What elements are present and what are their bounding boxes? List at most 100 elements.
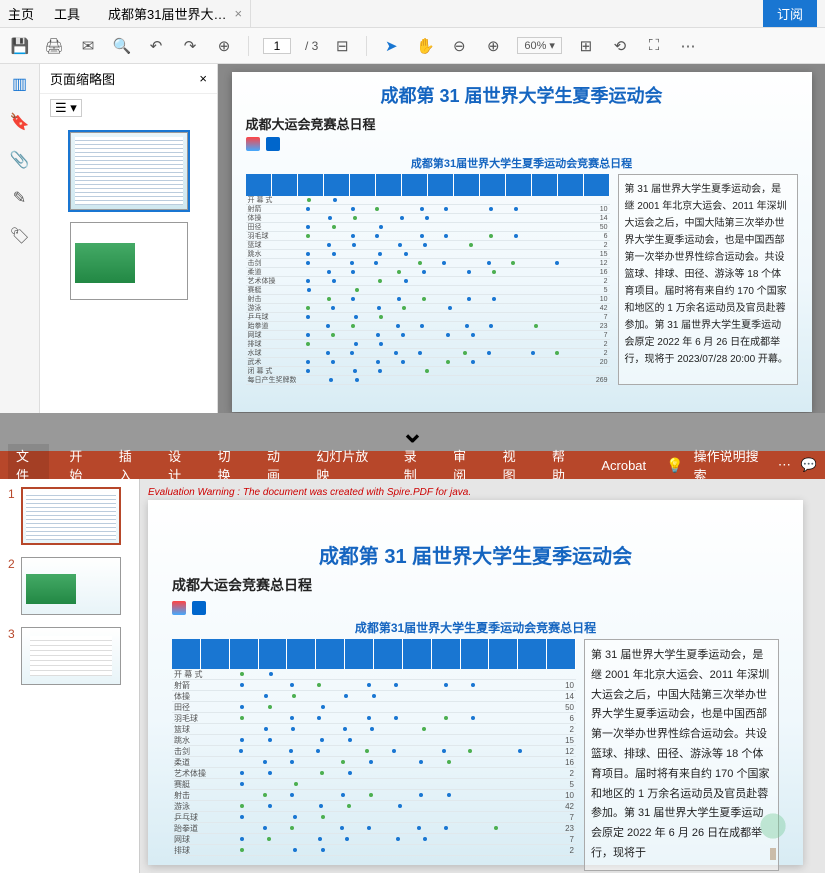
slide-number: 2 <box>8 557 15 615</box>
close-panel-icon[interactable]: × <box>199 71 207 86</box>
download-icon[interactable]: ⊕ <box>214 36 234 56</box>
table-row: 篮球2 <box>172 724 576 735</box>
attachment-icon[interactable]: 📎 <box>10 150 30 170</box>
slide-schedule-table: 开 幕 式射箭10体操14田径50羽毛球6篮球2跳水15击剑12柔道16艺术体操… <box>172 639 576 871</box>
bulb-icon: 💡 <box>666 457 683 474</box>
table-row: 射击10 <box>172 790 576 801</box>
table-row: 击剑12 <box>246 259 610 268</box>
table-row: 羽毛球6 <box>246 232 610 241</box>
pdf-body: ▥ 🔖 📎 ✎ 🏷 页面缩略图 × ☰ ▾ 成都第 31 届世界大学生夏季运动会… <box>0 64 825 413</box>
pdf-menubar: 主页 工具 成都第31届世界大… × 订阅 <box>0 0 825 28</box>
evaluation-warning: Evaluation Warning : The document was cr… <box>148 487 817 498</box>
ppt-slide-area[interactable]: Evaluation Warning : The document was cr… <box>140 479 825 873</box>
print-icon[interactable]: 🖨 <box>44 36 64 56</box>
table-row: 游泳42 <box>172 801 576 812</box>
document-subtitle: 成都大运会竞赛总日程 <box>246 114 798 133</box>
table-row: 武术20 <box>246 358 610 367</box>
logos <box>246 137 798 151</box>
table-row: 田径50 <box>246 223 610 232</box>
table-row: 羽毛球6 <box>172 713 576 724</box>
zoom-in-icon[interactable]: ⊕ <box>483 36 503 56</box>
tag-icon[interactable]: 🏷 <box>10 226 30 246</box>
table-row: 射箭10 <box>246 205 610 214</box>
thumbnails-list <box>40 122 217 310</box>
thumbnail-1[interactable] <box>70 132 188 210</box>
logo-chengdu <box>172 601 186 615</box>
slide-schedule-title: 成都第31届世界大学生夏季运动会竞赛总日程 <box>172 619 779 636</box>
menu-home[interactable]: 主页 <box>8 4 34 23</box>
redo-icon[interactable]: ↷ <box>180 36 200 56</box>
schedule-table: 开 幕 式射箭10体操14田径50羽毛球6篮球2跳水15击剑12柔道16艺术体操… <box>246 174 610 385</box>
pdf-page-area[interactable]: 成都第 31 届世界大学生夏季运动会 成都大运会竞赛总日程 成都第31届世界大学… <box>218 64 825 413</box>
table-row: 跳水15 <box>172 735 576 746</box>
slide-number: 3 <box>8 627 15 685</box>
table-header <box>246 174 610 196</box>
table-row: 开 幕 式 <box>172 669 576 680</box>
thumbnails-tools: ☰ ▾ <box>40 94 217 122</box>
separator <box>366 36 367 56</box>
logo-chengdu <box>246 137 260 151</box>
ppt-body: 1 2 3 Evaluation Warning : The document … <box>0 479 825 873</box>
table-row: 体操14 <box>246 214 610 223</box>
table-row: 水球2 <box>246 349 610 358</box>
thumbnails-icon[interactable]: ▥ <box>10 74 30 94</box>
menu-tools[interactable]: 工具 <box>54 4 80 23</box>
fullscreen-icon[interactable]: ⛶ <box>644 36 664 56</box>
separator <box>248 36 249 56</box>
close-icon[interactable]: × <box>235 6 243 21</box>
signature-icon[interactable]: ✎ <box>10 188 30 208</box>
document-title: 成都第 31 届世界大学生夏季运动会 <box>246 82 798 108</box>
hand-icon[interactable]: ✋ <box>415 36 435 56</box>
pdf-toolbar: 💾 🖨 ✉ 🔍 ↶ ↷ ⊕ / 3 ⊟ ➤ ✋ ⊖ ⊕ 60% ▾ ⊞ ⟲ ⛶ … <box>0 28 825 64</box>
table-row: 赛艇5 <box>172 779 576 790</box>
document-body: 开 幕 式射箭10体操14田径50羽毛球6篮球2跳水15击剑12柔道16艺术体操… <box>246 174 798 385</box>
table-row: 柔道16 <box>246 268 610 277</box>
subscribe-button[interactable]: 订阅 <box>763 0 817 27</box>
bookmark-icon[interactable]: 🔖 <box>10 112 30 132</box>
table-row: 射箭10 <box>172 680 576 691</box>
save-icon[interactable]: 💾 <box>10 36 30 56</box>
table-row: 开 幕 式 <box>246 196 610 205</box>
tab-acrobat[interactable]: Acrobat <box>597 456 650 475</box>
document-paragraph: 第 31 届世界大学生夏季运动会，是继 2001 年北京大运会、2011 年深圳… <box>618 174 798 385</box>
slide-logos <box>172 601 779 615</box>
table-row: 排球2 <box>172 845 576 856</box>
slide-thumb-2[interactable]: 2 <box>8 557 131 615</box>
ppt-slide: 成都第 31 届世界大学生夏季运动会 成都大运会竞赛总日程 成都第31届世界大学… <box>148 500 803 865</box>
table-row: 乒乓球7 <box>246 313 610 322</box>
slide-body: 开 幕 式射箭10体操14田径50羽毛球6篮球2跳水15击剑12柔道16艺术体操… <box>172 639 779 871</box>
rotate-icon[interactable]: ⟲ <box>610 36 630 56</box>
fit-width-icon[interactable]: ⊟ <box>332 36 352 56</box>
logo-fisu <box>266 137 280 151</box>
slide-thumb-3[interactable]: 3 <box>8 627 131 685</box>
undo-icon[interactable]: ↶ <box>146 36 166 56</box>
comment-icon[interactable]: 💬 <box>801 457 817 473</box>
page-number-input[interactable] <box>263 38 291 54</box>
slide-table-header <box>172 639 576 669</box>
slide-subtitle: 成都大运会竞赛总日程 <box>172 575 779 595</box>
powerpoint-app: 文件 开始 插入 设计 切换 动画 幻灯片放映 录制 审阅 视图 帮助 Acro… <box>0 451 825 867</box>
pointer-icon[interactable]: ➤ <box>381 36 401 56</box>
table-row: 游泳42 <box>246 304 610 313</box>
table-row: 乒乓球7 <box>172 812 576 823</box>
table-row: 体操14 <box>172 691 576 702</box>
share-icon[interactable]: ⋯ <box>778 457 791 473</box>
fit-page-icon[interactable]: ⊞ <box>576 36 596 56</box>
pdf-viewer: 主页 工具 成都第31届世界大… × 订阅 💾 🖨 ✉ 🔍 ↶ ↷ ⊕ / 3 … <box>0 0 825 413</box>
ppt-ribbon: 文件 开始 插入 设计 切换 动画 幻灯片放映 录制 审阅 视图 帮助 Acro… <box>0 451 825 479</box>
zoom-level[interactable]: 60% ▾ <box>517 37 562 54</box>
table-row: 跳水15 <box>246 250 610 259</box>
mail-icon[interactable]: ✉ <box>78 36 98 56</box>
slide-table-rows: 开 幕 式射箭10体操14田径50羽毛球6篮球2跳水15击剑12柔道16艺术体操… <box>172 669 576 856</box>
more-icon[interactable]: ⋯ <box>678 36 698 56</box>
table-row: 田径50 <box>172 702 576 713</box>
slide-number: 1 <box>8 487 15 545</box>
slide-title: 成都第 31 届世界大学生夏季运动会 <box>172 540 779 569</box>
table-row: 网球7 <box>172 834 576 845</box>
zoom-out-icon[interactable]: ⊖ <box>449 36 469 56</box>
options-icon[interactable]: ☰ ▾ <box>50 99 82 117</box>
slide-thumb-1[interactable]: 1 <box>8 487 131 545</box>
search-icon[interactable]: 🔍 <box>112 36 132 56</box>
document-tab[interactable]: 成都第31届世界大… × <box>100 0 251 27</box>
thumbnail-2[interactable] <box>70 222 188 300</box>
